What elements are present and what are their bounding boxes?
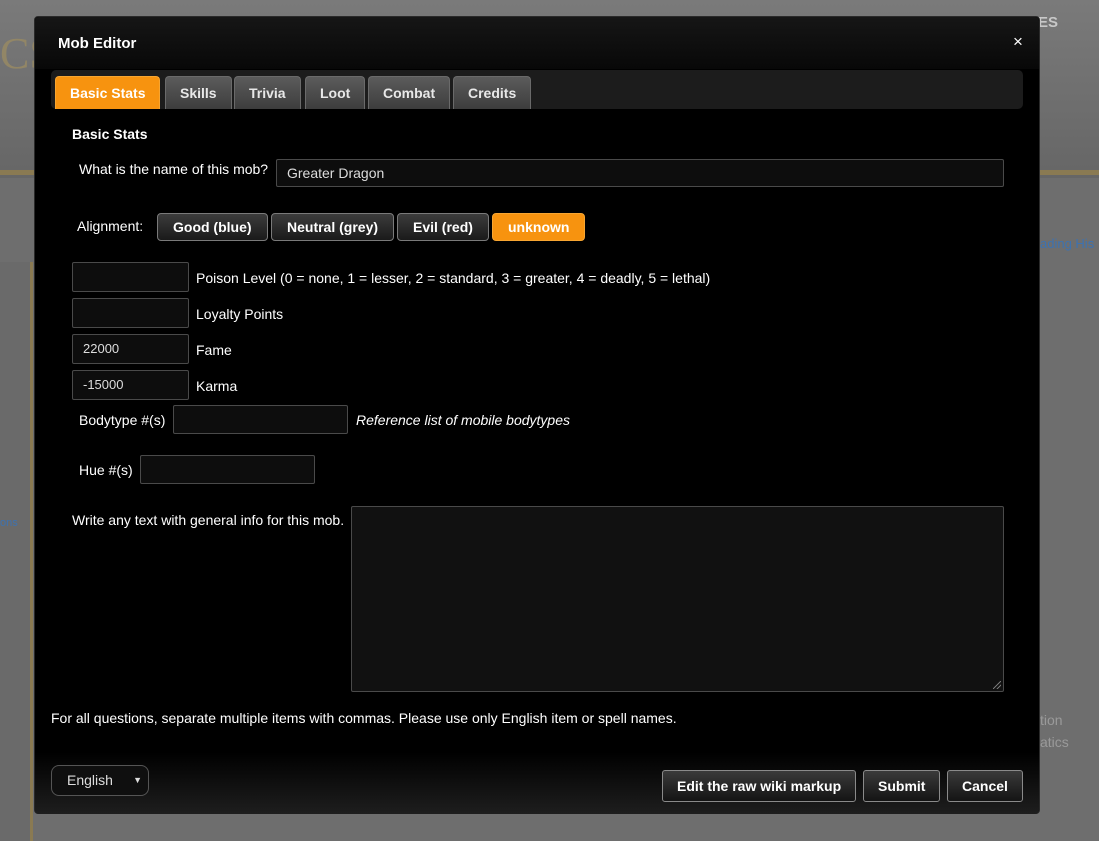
dialog-titlebar[interactable]: Mob Editor × bbox=[35, 17, 1039, 69]
background-left-text: ons bbox=[0, 517, 18, 529]
tab-bar: Basic Stats Skills Trivia Loot Combat Cr… bbox=[51, 70, 1023, 109]
language-select-value: English bbox=[67, 772, 113, 788]
tab-skills[interactable]: Skills bbox=[165, 76, 232, 109]
tab-trivia[interactable]: Trivia bbox=[234, 76, 301, 109]
loyalty-points-input[interactable] bbox=[72, 298, 189, 328]
caret-down-icon: ▼ bbox=[133, 775, 142, 785]
section-title: Basic Stats bbox=[72, 126, 148, 142]
background-header-text: ES bbox=[1038, 14, 1059, 31]
hue-input[interactable] bbox=[140, 455, 315, 484]
loyalty-points-label: Loyalty Points bbox=[196, 306, 284, 322]
mob-name-input[interactable]: Greater Dragon bbox=[276, 159, 1004, 187]
tab-credits[interactable]: Credits bbox=[453, 76, 532, 109]
bodytype-label: Bodytype #(s) bbox=[79, 412, 166, 428]
instructions-note: For all questions, separate multiple ite… bbox=[51, 710, 677, 726]
tab-combat[interactable]: Combat bbox=[368, 76, 451, 109]
language-select[interactable]: English ▼ bbox=[51, 765, 149, 796]
cancel-button[interactable]: Cancel bbox=[947, 770, 1023, 802]
tab-basic-stats[interactable]: Basic Stats bbox=[55, 76, 161, 109]
dialog-title: Mob Editor bbox=[58, 35, 137, 52]
poison-level-label: Poison Level (0 = none, 1 = lesser, 2 = … bbox=[196, 270, 711, 286]
edit-raw-markup-button[interactable]: Edit the raw wiki markup bbox=[662, 770, 857, 802]
karma-label: Karma bbox=[196, 378, 238, 394]
submit-button[interactable]: Submit bbox=[863, 770, 941, 802]
name-question-label: What is the name of this mob? bbox=[79, 161, 269, 177]
karma-input[interactable]: -15000 bbox=[72, 370, 189, 400]
background-side-text: atics bbox=[1040, 734, 1069, 750]
general-info-label: Write any text with general info for thi… bbox=[72, 512, 345, 528]
alignment-unknown-button[interactable]: unknown bbox=[492, 213, 586, 241]
close-icon[interactable]: × bbox=[1011, 33, 1025, 50]
poison-level-input[interactable] bbox=[72, 262, 189, 292]
fame-input[interactable]: 22000 bbox=[72, 334, 189, 364]
hue-label: Hue #(s) bbox=[79, 462, 133, 478]
general-info-textarea[interactable] bbox=[351, 506, 1004, 692]
fame-label: Fame bbox=[196, 342, 232, 358]
alignment-good-button[interactable]: Good (blue) bbox=[157, 213, 268, 241]
background-side-text: tion bbox=[1040, 712, 1063, 728]
bodytype-input[interactable] bbox=[173, 405, 348, 434]
alignment-neutral-button[interactable]: Neutral (grey) bbox=[271, 213, 395, 241]
mob-editor-dialog: Mob Editor × Basic Stats Skills Trivia L… bbox=[34, 16, 1040, 814]
alignment-label: Alignment: bbox=[77, 218, 144, 234]
background-links: ading His bbox=[1040, 236, 1095, 251]
bodytype-reference-link[interactable]: Reference list of mobile bodytypes bbox=[356, 412, 570, 428]
background-left-column bbox=[0, 262, 33, 841]
resize-handle-icon[interactable] bbox=[993, 681, 1001, 689]
alignment-evil-button[interactable]: Evil (red) bbox=[397, 213, 489, 241]
tab-loot[interactable]: Loot bbox=[305, 76, 366, 109]
